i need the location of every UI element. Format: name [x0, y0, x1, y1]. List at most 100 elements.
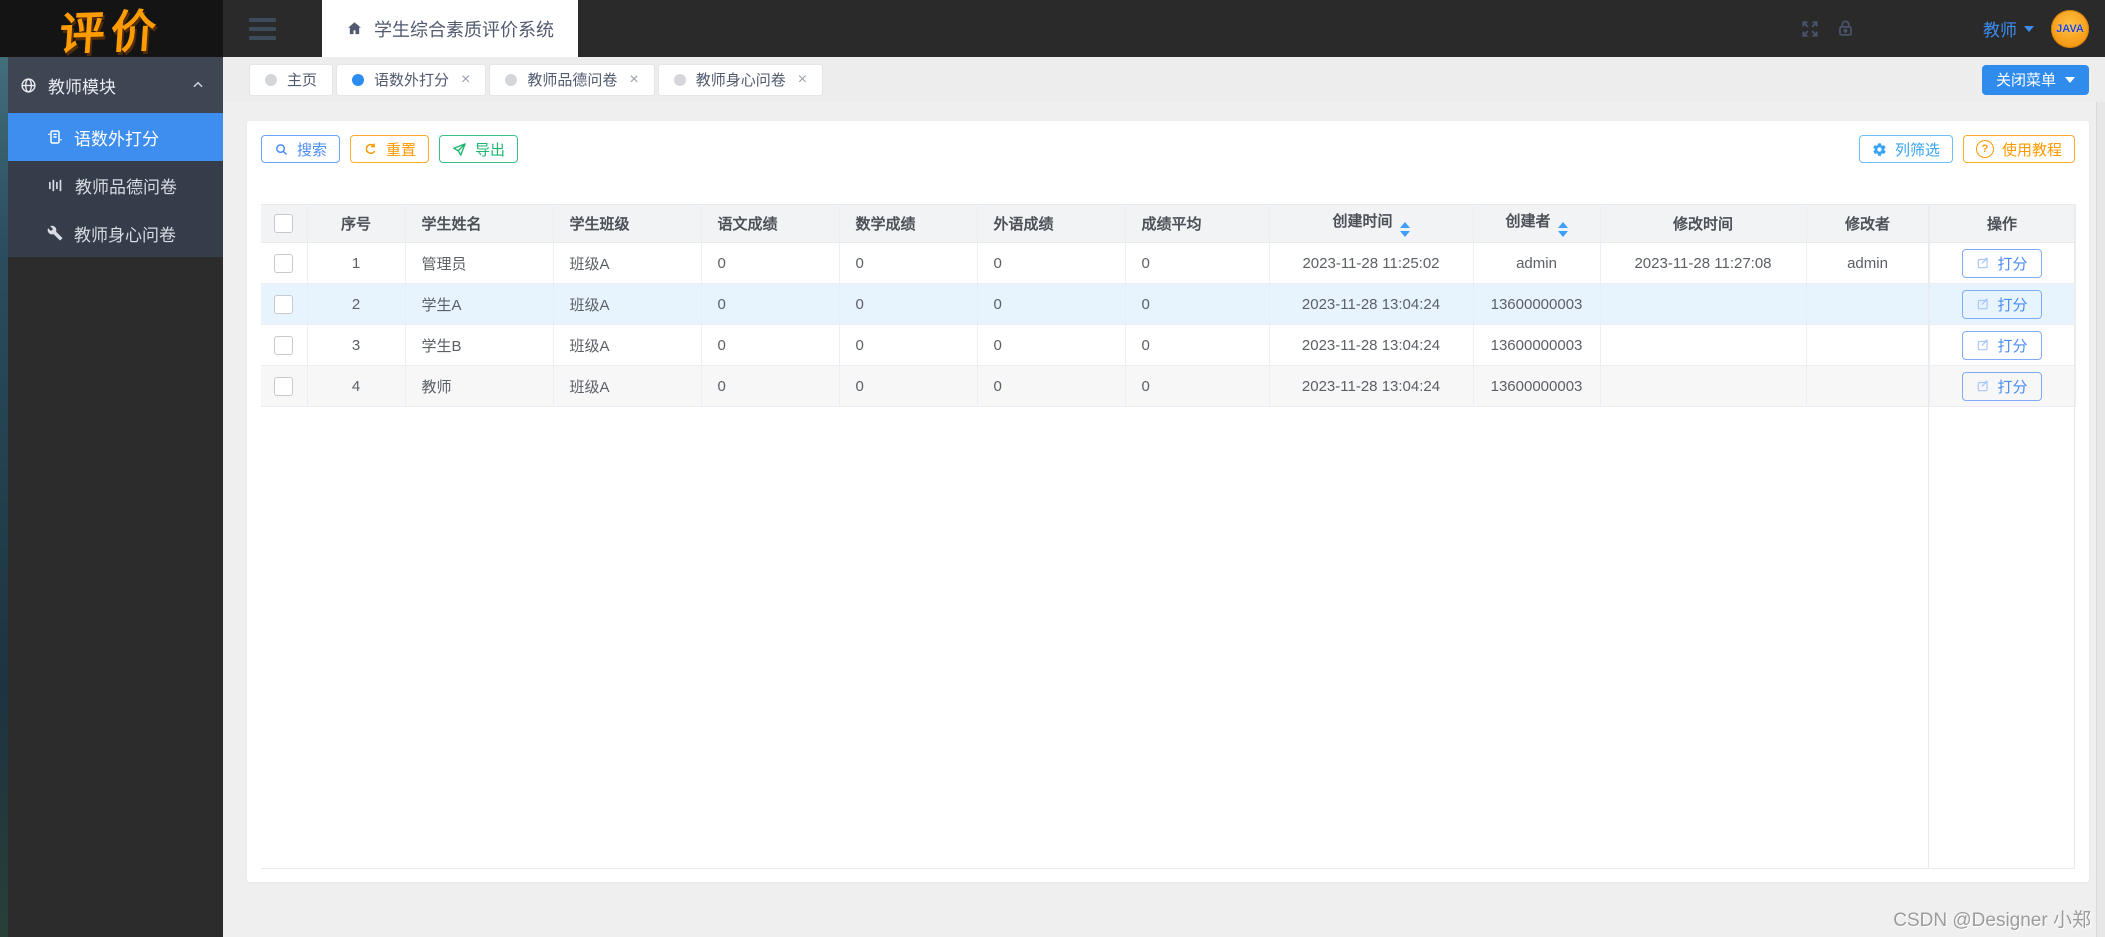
- column-header[interactable]: 创建时间: [1269, 204, 1474, 243]
- user-role-label: 教师: [1983, 21, 2017, 40]
- fullscreen-icon[interactable]: [1800, 19, 1820, 39]
- chevron-up-icon: [191, 78, 205, 92]
- sidebar-module-label: 教师模块: [48, 77, 116, 97]
- sidebar-item-label: 语数外打分: [74, 129, 159, 149]
- row-checkbox[interactable]: [274, 335, 294, 355]
- table-cell: [1600, 324, 1807, 366]
- search-button[interactable]: 搜索: [261, 135, 341, 163]
- tab-label: 教师身心问卷: [695, 72, 786, 89]
- header-actions: 教师 JAVA: [1800, 9, 2105, 48]
- table-cell: 班级A: [553, 283, 702, 325]
- table-cell: 0: [1125, 242, 1270, 284]
- table-cell: 0: [701, 324, 840, 366]
- home-icon: [346, 20, 363, 37]
- sidebar-module-teacher[interactable]: 教师模块: [0, 57, 223, 113]
- table-cell: 0: [1125, 365, 1270, 407]
- tab-dot-icon: [673, 73, 686, 86]
- tab-label: 语数外打分: [374, 72, 450, 89]
- table-cell: 1: [307, 242, 406, 284]
- select-all-checkbox[interactable]: [274, 214, 294, 233]
- send-icon: [452, 142, 467, 157]
- content-panel: 搜索 重置 导出 列筛选 ? 使用教程 序号 学生姓名 学生班级 语文成绩 数学…: [247, 121, 2089, 882]
- hamburger-menu-icon[interactable]: [249, 17, 276, 40]
- table-cell: 13600000003: [1473, 324, 1601, 366]
- export-button[interactable]: 导出: [439, 135, 519, 163]
- tab-close-icon[interactable]: ×: [629, 71, 638, 88]
- table-cell: 学生A: [405, 283, 554, 325]
- score-button[interactable]: 打分: [1962, 330, 2042, 360]
- caret-down-icon: [2065, 76, 2075, 83]
- row-checkbox[interactable]: [274, 253, 294, 273]
- sort-caret-icon[interactable]: [1557, 222, 1568, 237]
- tab[interactable]: 语数外打分 ×: [337, 64, 486, 95]
- user-menu[interactable]: 教师: [1983, 16, 2034, 41]
- tab-close-icon[interactable]: ×: [798, 71, 807, 88]
- edit-icon: [1978, 380, 1989, 392]
- column-header[interactable]: 创建者: [1473, 204, 1601, 243]
- sidebar-item-label: 教师品德问卷: [75, 177, 177, 197]
- close-menu-button[interactable]: 关闭菜单: [1981, 64, 2089, 95]
- gear-icon: [1872, 142, 1887, 157]
- table-cell: 2023-11-28 13:04:24: [1269, 283, 1474, 325]
- table-cell: 4: [307, 365, 406, 407]
- table-header-row: 序号 学生姓名 学生班级 语文成绩 数学成绩 外语成绩 成绩平均 创建时间 创建者 修改时间 修改者…: [261, 204, 2076, 243]
- toolbar-right: 列筛选 ? 使用教程: [1858, 135, 2075, 163]
- export-label: 导出: [475, 141, 506, 159]
- background-image-strip: [0, 57, 8, 937]
- table-cell: 2023-11-28 11:25:02: [1269, 242, 1474, 284]
- score-button[interactable]: 打分: [1962, 248, 2042, 278]
- table-cell: [1806, 283, 1930, 325]
- score-button[interactable]: 打分: [1962, 371, 2042, 401]
- tutorial-button[interactable]: ? 使用教程: [1962, 135, 2075, 163]
- lock-icon[interactable]: [1836, 19, 1855, 38]
- row-checkbox[interactable]: [274, 294, 294, 314]
- edit-icon: [1978, 298, 1989, 310]
- tab[interactable]: 教师身心问卷 ×: [658, 64, 823, 95]
- watermark: CSDN @Designer 小郑: [1893, 910, 2091, 931]
- row-checkbox[interactable]: [274, 376, 294, 396]
- sidebar-item[interactable]: 语数外打分: [0, 113, 223, 161]
- table-cell: [1806, 324, 1930, 366]
- table-cell: [1806, 365, 1930, 407]
- table-cell: 2: [307, 283, 406, 325]
- table-cell: [1600, 283, 1807, 325]
- table-cell: 0: [839, 365, 978, 407]
- edit-icon: [1978, 339, 1989, 351]
- table-row: 4 教师 班级A 0 0 0 0 2023-11-28 13:04:24 13600000003…: [261, 365, 2076, 407]
- table-cell: 学生B: [405, 324, 554, 366]
- reset-button[interactable]: 重置: [350, 135, 430, 163]
- avatar[interactable]: JAVA: [2051, 9, 2089, 48]
- tab[interactable]: 主页: [250, 64, 333, 95]
- tab-label: 主页: [287, 72, 318, 89]
- table-cell: 2023-11-28 11:27:08: [1600, 242, 1807, 284]
- table-cell: 0: [701, 242, 840, 284]
- tab-dot-icon: [265, 73, 277, 86]
- table-cell: 0: [701, 283, 840, 325]
- close-menu-label: 关闭菜单: [1995, 72, 2056, 89]
- sidebar-item[interactable]: 教师身心问卷: [0, 209, 223, 257]
- table-cell: 0: [701, 365, 840, 407]
- sidebar-item[interactable]: 教师品德问卷: [0, 161, 223, 209]
- poll-icon: [47, 177, 64, 194]
- column-header: 修改时间: [1600, 204, 1807, 243]
- column-header: 学生姓名: [405, 204, 554, 243]
- table-cell: 班级A: [553, 242, 702, 284]
- score-button[interactable]: 打分: [1962, 289, 2042, 319]
- main-content: 搜索 重置 导出 列筛选 ? 使用教程 序号 学生姓名 学生班级 语文成绩 数学…: [223, 57, 2105, 937]
- tab[interactable]: 教师品德问卷 ×: [490, 64, 654, 95]
- logo-text: 评价: [58, 5, 165, 60]
- sort-caret-icon[interactable]: [1399, 222, 1410, 237]
- table-cell: 0: [977, 324, 1126, 366]
- actions-cell: 打分: [1929, 283, 2076, 325]
- sidebar-item-label: 教师身心问卷: [74, 225, 176, 245]
- search-icon: [274, 142, 289, 157]
- table-cell: 班级A: [553, 324, 702, 366]
- table-cell: 教师: [405, 365, 554, 407]
- app-logo: 评价: [0, 0, 223, 60]
- scrollbar[interactable]: [2096, 57, 2105, 937]
- tab-close-icon[interactable]: ×: [461, 71, 470, 88]
- column-header: 修改者: [1806, 204, 1930, 243]
- column-filter-button[interactable]: 列筛选: [1858, 135, 1953, 163]
- column-header: 操作: [1929, 204, 2076, 243]
- toolbar-left: 搜索 重置 导出: [261, 135, 519, 163]
